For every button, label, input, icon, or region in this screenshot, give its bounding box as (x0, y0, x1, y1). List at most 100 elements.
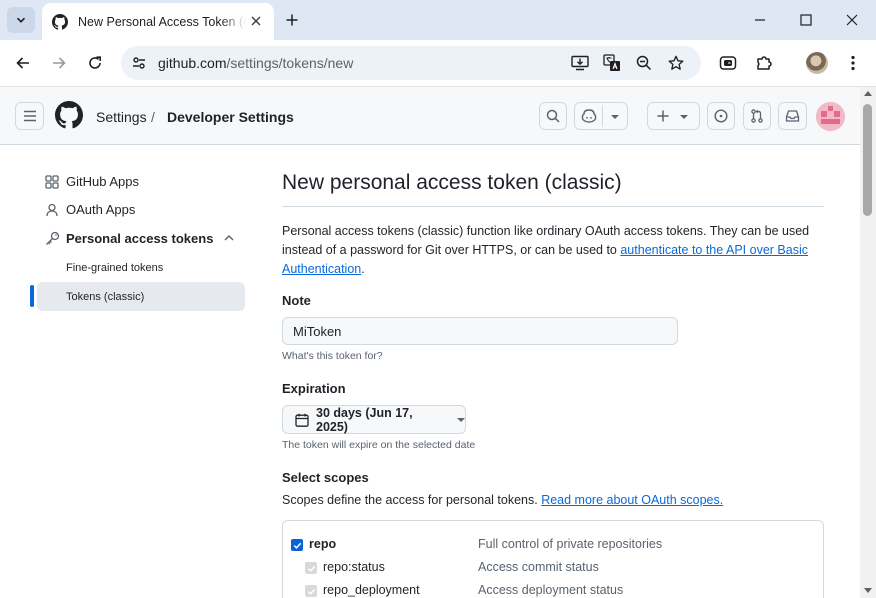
scope-row-repo-status: repo:status Access commit status (283, 556, 823, 578)
copilot-menu-button[interactable] (574, 102, 628, 130)
check-icon (307, 588, 315, 595)
chevron-down-icon (16, 17, 26, 23)
page-scrollbar[interactable] (860, 87, 876, 598)
browser-tabstrip: New Personal Access Token (Classic) (0, 0, 876, 40)
scopes-description: Scopes define the access for personal to… (282, 493, 723, 507)
note-label: Note (282, 293, 311, 308)
key-icon (44, 231, 60, 247)
forward-button[interactable] (47, 51, 71, 75)
apps-icon (44, 174, 60, 190)
tab-search-button[interactable] (7, 7, 35, 33)
check-icon (307, 565, 315, 572)
copilot-icon (581, 109, 597, 123)
intro-paragraph: Personal access tokens (classic) functio… (282, 222, 824, 279)
inbox-button[interactable] (778, 102, 807, 130)
reload-button[interactable] (83, 51, 107, 75)
scope-checkbox-repo-status[interactable] (305, 562, 317, 574)
note-hint: What's this token for? (282, 350, 383, 362)
sidebar-subitem-tokens-classic[interactable]: Tokens (classic) (37, 282, 245, 311)
breadcrumb-settings[interactable]: Settings (96, 109, 147, 125)
tab-title: New Personal Access Token (Classic) (78, 14, 246, 29)
scopes-list: repo Full control of private repositorie… (282, 520, 824, 598)
scrollbar-thumb[interactable] (863, 104, 872, 216)
extensions-menu-button[interactable] (752, 51, 776, 75)
minimize-button[interactable] (748, 8, 772, 32)
check-icon (293, 542, 301, 549)
puzzle-icon (757, 56, 772, 70)
button-divider (602, 105, 603, 127)
sidebar-subitem-fine-grained-tokens[interactable]: Fine-grained tokens (37, 253, 245, 282)
global-nav-menu-button[interactable] (15, 102, 44, 130)
user-avatar[interactable] (816, 102, 845, 131)
expiration-value: 30 days (Jun 17, 2025) (316, 405, 413, 434)
scope-name: repo:status (323, 560, 385, 574)
new-tab-button[interactable] (282, 10, 302, 30)
issue-opened-icon (714, 109, 728, 123)
url-text: github.com/settings/tokens/new (158, 55, 353, 71)
bookmark-star-icon[interactable] (666, 53, 686, 73)
issues-button[interactable] (707, 102, 735, 130)
plus-icon (657, 110, 669, 122)
url-host: github.com (158, 55, 227, 71)
install-app-icon[interactable] (570, 53, 590, 73)
sidebar-subitem-label: Fine-grained tokens (66, 261, 164, 274)
scopes-desc-text: Scopes define the access for personal to… (282, 493, 542, 507)
hamburger-icon (23, 110, 36, 122)
sidebar-item-personal-access-tokens[interactable]: Personal access tokens (37, 224, 245, 253)
chevron-down-icon (680, 115, 688, 119)
arrow-right-icon (53, 57, 66, 69)
extension-button[interactable] (716, 51, 740, 75)
person-icon (44, 202, 60, 218)
github-logo-icon[interactable] (55, 101, 83, 129)
address-bar[interactable]: github.com/settings/tokens/new (121, 46, 701, 80)
chevron-down-icon (611, 115, 619, 119)
maximize-button[interactable] (794, 8, 818, 32)
title-divider (282, 206, 824, 207)
expiration-select[interactable]: 30 days (Jun 17, 2025) (282, 405, 466, 434)
scope-description: Access deployment status (478, 583, 624, 597)
scope-checkbox-repo-deployment[interactable] (305, 585, 317, 597)
sidebar-item-label: OAuth Apps (66, 202, 136, 217)
zoom-icon[interactable] (634, 53, 654, 73)
search-button[interactable] (539, 102, 567, 130)
maximize-icon (800, 14, 812, 26)
identicon-icon (816, 102, 845, 131)
active-item-indicator (30, 285, 34, 307)
scroll-up-arrow-icon[interactable] (864, 91, 872, 96)
oauth-scopes-link[interactable]: Read more about OAuth scopes. (541, 493, 723, 507)
close-icon (846, 14, 858, 26)
scope-row-repo: repo Full control of private repositorie… (283, 533, 823, 555)
arrow-left-icon (16, 57, 29, 69)
scope-description: Full control of private repositories (478, 537, 663, 551)
extension-badge-icon (719, 56, 737, 70)
close-window-button[interactable] (840, 8, 864, 32)
chevron-up-icon[interactable] (223, 232, 235, 244)
reload-icon (89, 56, 101, 69)
scope-name: repo (309, 537, 337, 551)
translate-icon[interactable] (602, 53, 622, 73)
note-input[interactable] (282, 317, 678, 345)
breadcrumb-developer-settings[interactable]: Developer Settings (167, 109, 294, 125)
url-path: /settings/tokens/new (226, 55, 354, 71)
inbox-icon (785, 110, 800, 122)
plus-icon (286, 14, 298, 26)
caret-down-icon (457, 417, 465, 422)
back-button[interactable] (11, 51, 35, 75)
breadcrumb-separator: / (151, 109, 155, 125)
browser-profile-avatar[interactable] (806, 52, 828, 74)
scope-row-repo-deployment: repo_deployment Access deployment status (283, 579, 823, 598)
scope-name: repo_deployment (323, 583, 420, 597)
close-tab-icon[interactable] (248, 13, 264, 29)
sidebar-item-github-apps[interactable]: GitHub Apps (37, 167, 245, 196)
sidebar-item-oauth-apps[interactable]: OAuth Apps (37, 195, 245, 224)
browser-menu-button[interactable] (841, 51, 865, 75)
sidebar-subitem-label: Tokens (classic) (66, 290, 145, 303)
create-new-button[interactable] (647, 102, 700, 130)
scope-description: Access commit status (478, 560, 599, 574)
scroll-down-arrow-icon[interactable] (864, 588, 872, 593)
browser-tab-active[interactable]: New Personal Access Token (Classic) (42, 3, 274, 40)
scope-checkbox-repo[interactable] (291, 539, 303, 551)
page-title: New personal access token (classic) (282, 171, 622, 194)
pull-requests-button[interactable] (743, 102, 771, 130)
site-info-icon[interactable] (129, 53, 149, 73)
